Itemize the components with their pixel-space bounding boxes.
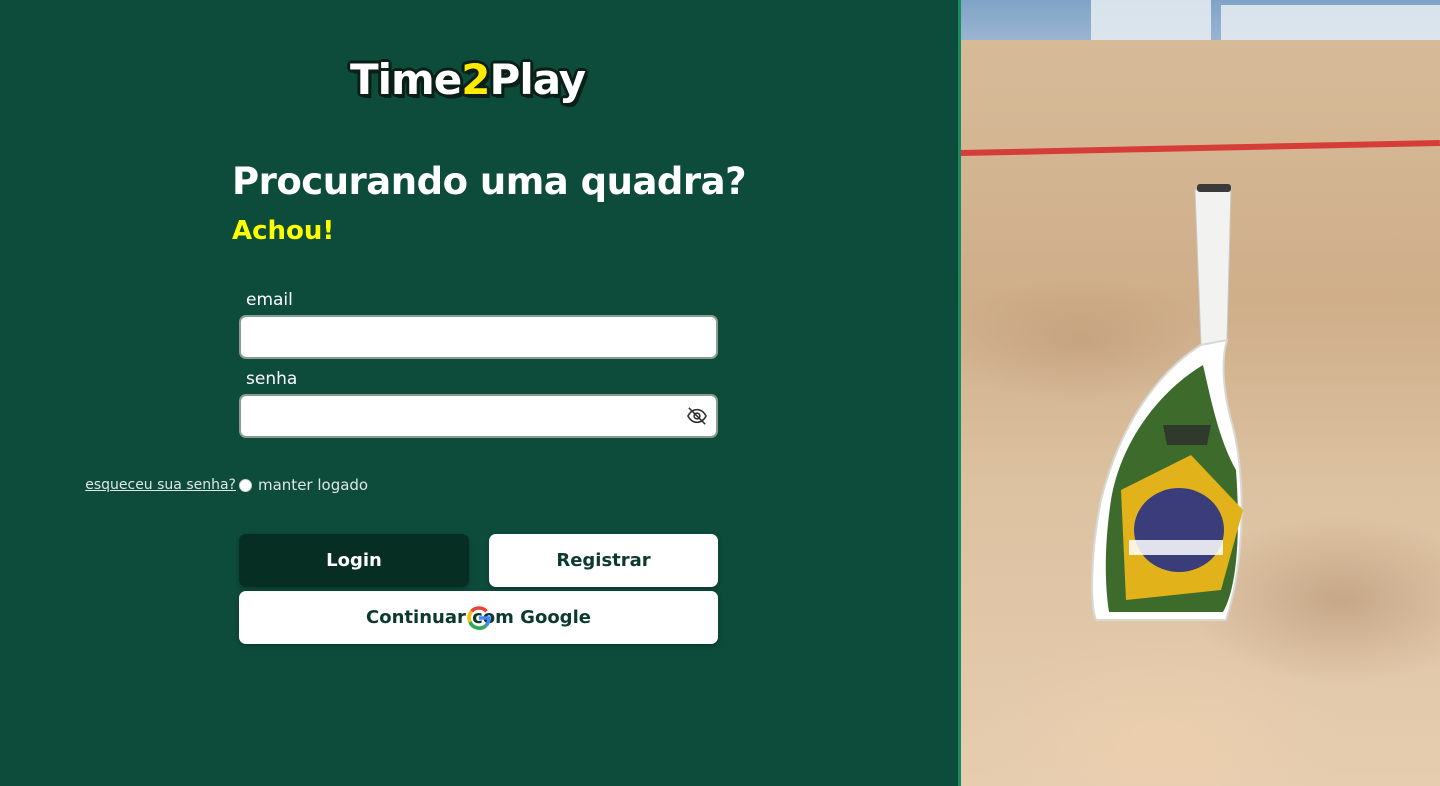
page-title: Procurando uma quadra? (232, 160, 747, 203)
page-subtitle: Achou! (232, 216, 335, 246)
app-logo: Time2Play (350, 55, 586, 104)
remember-me-label: manter logado (258, 476, 369, 494)
hero-photo (961, 0, 1440, 786)
remember-me-radio[interactable] (239, 478, 252, 492)
beach-racket-image (1091, 184, 1243, 621)
email-field[interactable] (239, 315, 718, 359)
password-label: senha (246, 369, 298, 389)
register-button[interactable]: Registrar (489, 534, 718, 587)
password-field[interactable] (239, 394, 718, 438)
eye-off-icon[interactable] (686, 406, 708, 426)
forgot-password-link[interactable]: esqueceu sua senha? (85, 477, 236, 493)
login-button[interactable]: Login (239, 534, 469, 587)
remember-me[interactable]: manter logado (239, 476, 368, 494)
login-panel: Time2Play Procurando uma quadra? Achou! … (0, 0, 958, 786)
google-icon (467, 606, 491, 630)
email-label: email (246, 290, 293, 310)
